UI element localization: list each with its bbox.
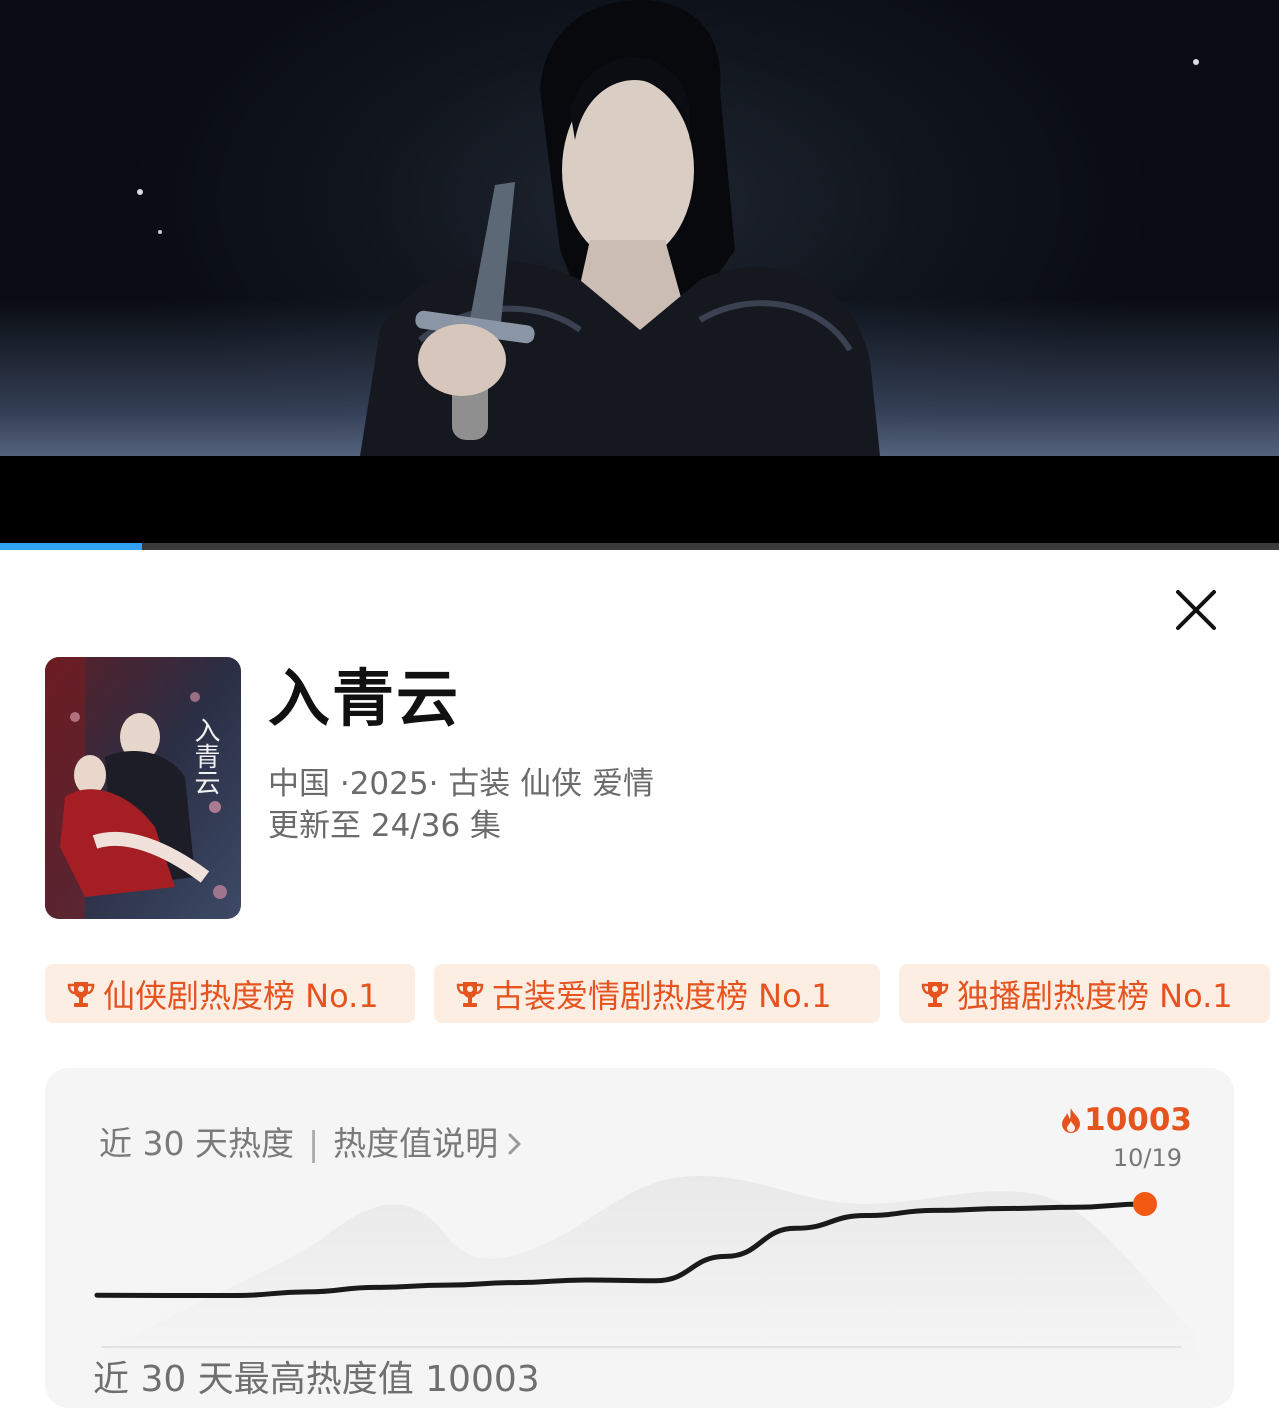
badge-label: 仙侠剧热度榜 No.1: [103, 976, 379, 1015]
heat-title: 近 30 天热度: [99, 1124, 294, 1163]
poster-image: 入青云: [45, 657, 241, 919]
drama-title: 入青云: [268, 662, 461, 735]
heat-separator: |: [307, 1124, 320, 1163]
heat-current-value: 10003: [1060, 1100, 1192, 1140]
video-progress-bar[interactable]: [0, 543, 1279, 550]
heat-latest-point[interactable]: [1133, 1192, 1157, 1216]
divider: [101, 1346, 1181, 1348]
close-icon: [1176, 590, 1216, 630]
video-progress-fill: [0, 543, 142, 550]
trophy-icon: [456, 981, 484, 1007]
ranking-badge-exclusive[interactable]: 独播剧热度榜 No.1: [899, 964, 1270, 1023]
video-character-image: [137, 0, 1199, 456]
heat-explain-link[interactable]: 热度值说明: [333, 1122, 524, 1166]
chevron-right-icon: [508, 1133, 521, 1155]
badge-label: 古装爱情剧热度榜 No.1: [492, 976, 832, 1015]
episode-update: 更新至 24/36 集: [268, 808, 502, 844]
heat-card: 近 30 天热度 | 热度值说明 10003 10/19 近 30 天最高热度值…: [45, 1068, 1234, 1408]
ranking-badge-costume-romance[interactable]: 古装爱情剧热度榜 No.1: [434, 964, 880, 1023]
drama-poster[interactable]: 入青云: [45, 657, 241, 919]
trophy-icon: [921, 981, 949, 1007]
chart-background-mountains: [105, 1175, 1195, 1364]
heat-max-summary: 近 30 天最高热度值 10003: [93, 1359, 540, 1400]
close-button[interactable]: [1170, 584, 1222, 636]
video-frame[interactable]: [0, 0, 1279, 456]
heat-line-chart[interactable]: [45, 1164, 1234, 1364]
heat-header: 近 30 天热度 | 热度值说明: [99, 1122, 524, 1166]
drama-meta: 中国 ·2025· 古装 仙侠 爱情: [268, 766, 655, 802]
trophy-icon: [67, 981, 95, 1007]
heat-value-number: 10003: [1084, 1102, 1192, 1138]
heat-explain-label: 热度值说明: [333, 1124, 499, 1163]
badge-label: 独播剧热度榜 No.1: [957, 976, 1233, 1015]
flame-icon: [1062, 1108, 1081, 1133]
poster-title: 入青云: [190, 717, 220, 795]
video-player[interactable]: [0, 0, 1279, 550]
ranking-badge-xianxia[interactable]: 仙侠剧热度榜 No.1: [45, 964, 415, 1023]
